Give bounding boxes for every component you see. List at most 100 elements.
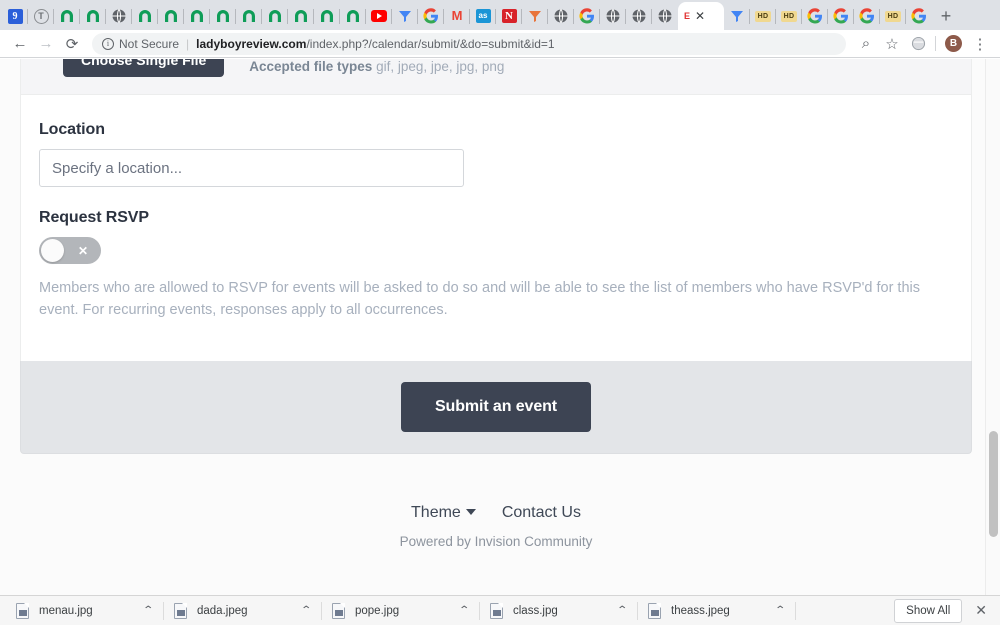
tab-favicon-google-5[interactable] — [854, 2, 880, 30]
tab-favicon-arch-8[interactable] — [262, 2, 288, 30]
globe-icon — [554, 9, 568, 23]
bookmark-star-icon[interactable]: ☆ — [880, 32, 904, 56]
tab-favicon-arch-3[interactable] — [132, 2, 158, 30]
tab-favicon-arch-1[interactable] — [54, 2, 80, 30]
file-icon — [648, 602, 661, 619]
youtube-icon — [371, 10, 387, 22]
accepted-file-types-label: Accepted file types — [249, 59, 373, 74]
tab-favicon-globe-3[interactable] — [600, 2, 626, 30]
globe-icon — [658, 9, 672, 23]
tab-favicon-gmail[interactable]: M — [444, 2, 470, 30]
tab-favicon-circle-t[interactable]: T — [28, 2, 54, 30]
tab-favicon-arch-11[interactable] — [340, 2, 366, 30]
show-all-downloads-button[interactable]: Show All — [894, 598, 963, 623]
download-filename: menau.jpg — [39, 604, 93, 617]
tab-favicon-as[interactable]: as — [470, 2, 496, 30]
file-icon — [16, 602, 29, 619]
tab-favicon-google-2[interactable] — [574, 2, 600, 30]
file-icon — [490, 602, 503, 619]
theme-selector[interactable]: Theme — [411, 504, 476, 522]
green-arch-icon — [87, 10, 99, 22]
tab-favicon-arch-6[interactable] — [210, 2, 236, 30]
tab-favicon-globe-4[interactable] — [626, 2, 652, 30]
tab-favicon-hd-2[interactable]: HD — [776, 2, 802, 30]
download-item[interactable]: dada.jpeg ⌃ — [164, 596, 322, 625]
close-icon[interactable]: ✕ — [695, 10, 705, 22]
form-body: Location Request RSVP ✕ Members who are … — [21, 95, 971, 361]
tab-favicon-hd-1[interactable]: HD — [750, 2, 776, 30]
chevron-up-icon[interactable]: ⌃ — [774, 605, 786, 616]
tab-favicon-google-3[interactable] — [802, 2, 828, 30]
green-arch-icon — [243, 10, 255, 22]
tab-favicon-arch-4[interactable] — [158, 2, 184, 30]
zoom-icon[interactable]: ⌕ — [854, 32, 878, 56]
tab-favicon-globe-5[interactable] — [652, 2, 678, 30]
tab-favicon-globe-2[interactable] — [548, 2, 574, 30]
tab-strip: 9 T M as N E ✕ HD HD HD + — [0, 0, 1000, 30]
rsvp-toggle[interactable]: ✕ — [39, 237, 101, 264]
hd-badge-icon: HD — [780, 10, 798, 22]
choose-single-file-button[interactable]: Choose Single File — [63, 59, 225, 77]
download-item[interactable]: theass.jpeg ⌃ — [638, 596, 796, 625]
tab-favicon-globe-1[interactable] — [106, 2, 132, 30]
green-arch-icon — [217, 10, 229, 22]
rsvp-description: Members who are allowed to RSVP for even… — [39, 280, 920, 319]
chevron-up-icon[interactable]: ⌃ — [616, 605, 628, 616]
tab-favicon-google-1[interactable] — [418, 2, 444, 30]
download-filename: pope.jpg — [355, 604, 400, 617]
chevron-up-icon[interactable]: ⌃ — [300, 605, 312, 616]
google-g-icon — [423, 8, 438, 24]
page-scrollbar[interactable] — [985, 59, 1000, 595]
info-circle-icon[interactable]: i — [102, 37, 114, 50]
tab-favicon-google-6[interactable] — [906, 2, 932, 30]
tab-favicon-vimeo-2[interactable] — [522, 2, 548, 30]
download-filename: theass.jpeg — [671, 604, 730, 617]
tab-favicon-arch-7[interactable] — [236, 2, 262, 30]
avatar[interactable]: B — [945, 35, 962, 52]
tab-favicon-vimeo-1[interactable] — [392, 2, 418, 30]
address-bar[interactable]: i Not Secure | ladyboyreview.com/index.p… — [92, 32, 846, 55]
tab-favicon-arch-10[interactable] — [314, 2, 340, 30]
tab-favicon-youtube[interactable] — [366, 2, 392, 30]
close-icon[interactable]: ✕ — [972, 602, 990, 619]
location-label: Location — [39, 121, 105, 138]
tab-favicon-arch-9[interactable] — [288, 2, 314, 30]
location-input[interactable] — [39, 149, 464, 187]
theme-label: Theme — [411, 504, 461, 522]
file-icon — [332, 602, 345, 619]
omnibox-divider: | — [186, 36, 190, 51]
scrollbar-thumb[interactable] — [989, 431, 998, 537]
tab-favicon-hd-3[interactable]: HD — [880, 2, 906, 30]
download-item[interactable]: class.jpg ⌃ — [480, 596, 638, 625]
blue-funnel-icon — [399, 11, 411, 22]
tab-favicon-n[interactable]: N — [496, 2, 522, 30]
rsvp-label: Request RSVP — [39, 209, 149, 226]
reload-icon[interactable]: ⟳ — [60, 32, 84, 56]
menu-icon[interactable]: ⋮ — [968, 32, 992, 56]
extension-icon[interactable] — [906, 32, 930, 56]
tab-favicon-arch-5[interactable] — [184, 2, 210, 30]
globe-icon — [606, 9, 620, 23]
chevron-up-icon[interactable]: ⌃ — [458, 605, 470, 616]
tab-favicon-arch-2[interactable] — [80, 2, 106, 30]
powered-by-text: Powered by Invision Community — [399, 534, 593, 550]
green-arch-icon — [165, 10, 177, 22]
tab-active[interactable]: E ✕ — [678, 2, 724, 30]
tab-favicon-vimeo-3[interactable] — [724, 2, 750, 30]
submit-event-button[interactable]: Submit an event — [400, 382, 592, 433]
tab-favicon-google-4[interactable] — [828, 2, 854, 30]
download-item[interactable]: menau.jpg ⌃ — [6, 596, 164, 625]
blue-square-9-icon: 9 — [7, 8, 23, 24]
forward-icon[interactable]: → — [34, 32, 58, 56]
google-g-icon — [833, 8, 848, 24]
back-icon[interactable]: ← — [8, 32, 32, 56]
page-viewport: Choose Single File Accepted file types g… — [0, 59, 1000, 595]
download-item[interactable]: pope.jpg ⌃ — [322, 596, 480, 625]
download-bar-actions: Show All ✕ — [894, 598, 1000, 623]
tab-favicon-blue9[interactable]: 9 — [2, 2, 28, 30]
chevron-up-icon[interactable]: ⌃ — [142, 605, 154, 616]
circled-t-icon: T — [33, 8, 49, 24]
page-content: Choose Single File Accepted file types g… — [20, 59, 972, 549]
new-tab-button[interactable]: + — [932, 2, 960, 30]
contact-us-link[interactable]: Contact Us — [502, 504, 581, 522]
